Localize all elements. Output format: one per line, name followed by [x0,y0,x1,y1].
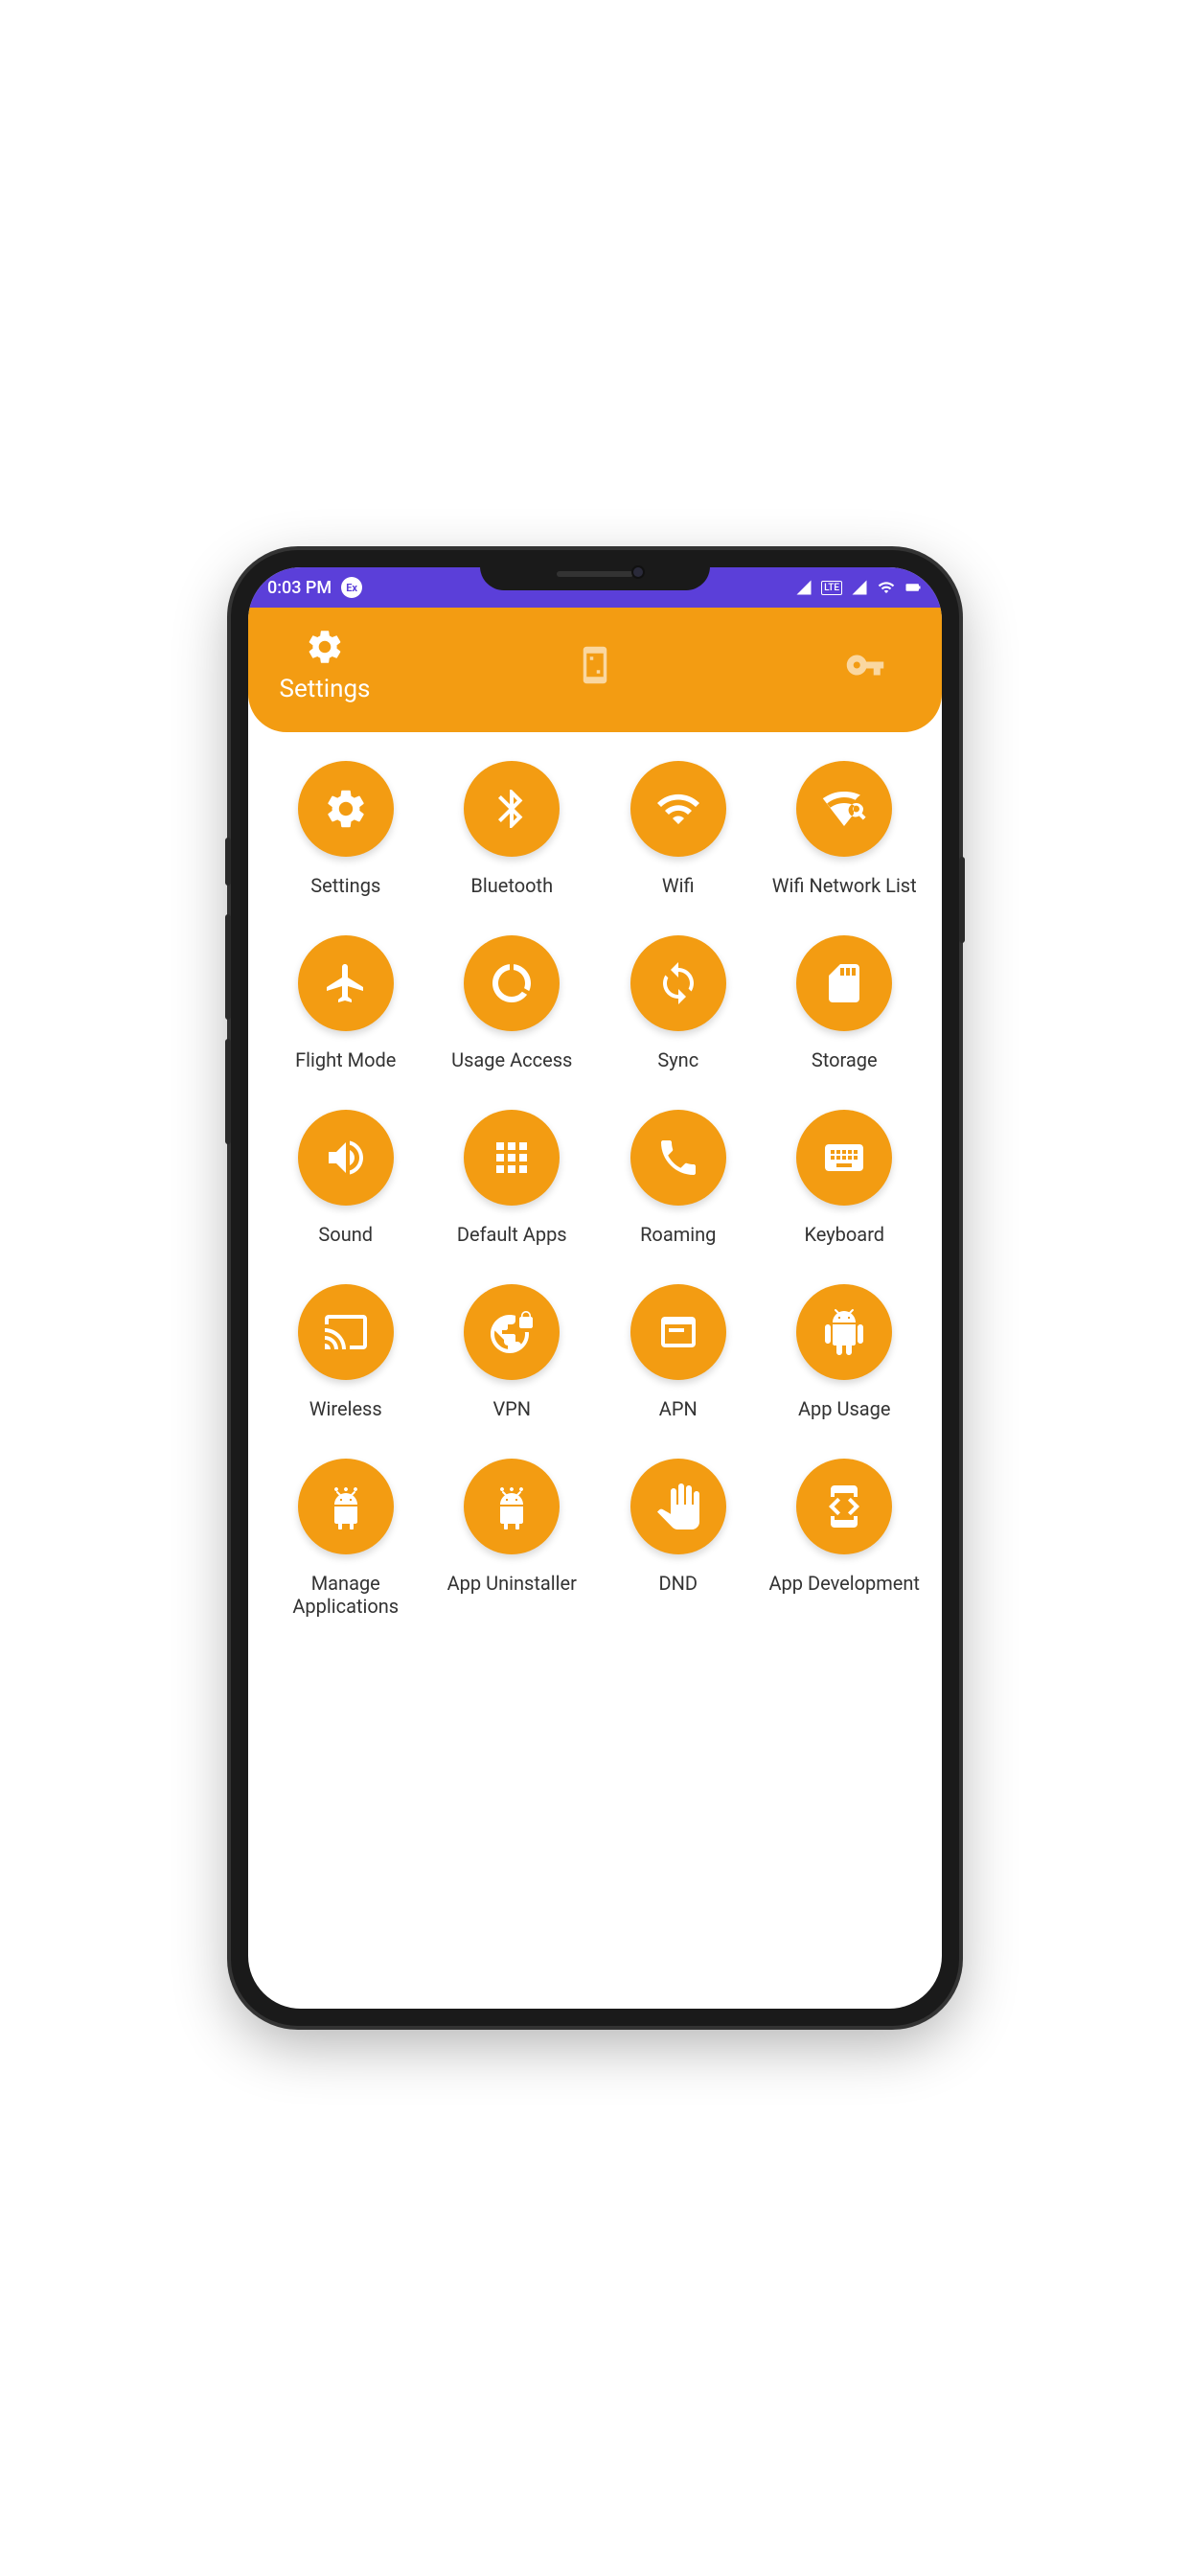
tab-label: Settings [280,675,371,703]
item-label: Default Apps [457,1223,567,1246]
settings-grid: Settings Bluetooth Wifi Wifi Network Lis… [248,732,942,1646]
keyboard-icon [796,1110,892,1206]
gear-icon [298,761,394,857]
grid-item-sound[interactable]: Sound [267,1110,424,1246]
grid-item-app-usage[interactable]: App Usage [767,1284,924,1420]
grid-item-vpn[interactable]: VPN [434,1284,591,1420]
sync-icon [630,935,726,1031]
header-nav: Settings [248,608,942,732]
key-icon [845,645,885,685]
wifi-icon [630,761,726,857]
phone-frame-icon [575,645,615,685]
tab-security[interactable] [817,645,913,685]
grid-item-apn[interactable]: APN [600,1284,757,1420]
grid-item-storage[interactable]: Storage [767,935,924,1071]
item-label: Settings [310,874,380,897]
grid-item-dnd[interactable]: DND [600,1459,757,1618]
item-label: Roaming [640,1223,716,1246]
item-label: App Development [769,1572,920,1595]
airplane-icon [298,935,394,1031]
grid-item-app-development[interactable]: App Development [767,1459,924,1618]
wifi-status-icon [877,579,896,596]
grid-item-usage-access[interactable]: Usage Access [434,935,591,1071]
item-label: Wireless [309,1397,382,1420]
item-label: Bluetooth [470,874,553,897]
item-label: Flight Mode [295,1048,396,1071]
sd-card-icon [796,935,892,1031]
tab-device[interactable] [547,645,643,685]
grid-item-settings[interactable]: Settings [267,761,424,897]
android-icon [796,1284,892,1380]
cast-icon [298,1284,394,1380]
vpn-globe-icon [464,1284,560,1380]
item-label: Keyboard [804,1223,884,1246]
web-panel-icon [630,1284,726,1380]
grid-item-manage-applications[interactable]: Manage Applications [267,1459,424,1618]
item-label: Sync [657,1048,698,1071]
bluetooth-icon [464,761,560,857]
status-badge-icon: Ex [341,577,362,598]
item-label: APN [659,1397,698,1420]
android-dots-icon [298,1459,394,1554]
volume-icon [298,1110,394,1206]
android-dots-icon [464,1459,560,1554]
item-label: Wifi Network List [772,874,917,897]
data-usage-icon [464,935,560,1031]
item-label: DND [658,1572,698,1595]
phone-call-icon [630,1110,726,1206]
item-label: VPN [492,1397,531,1420]
item-label: Sound [318,1223,373,1246]
grid-item-wifi-network-list[interactable]: Wifi Network List [767,761,924,897]
grid-item-app-uninstaller[interactable]: App Uninstaller [434,1459,591,1618]
grid-item-default-apps[interactable]: Default Apps [434,1110,591,1246]
item-label: Usage Access [451,1048,572,1071]
wifi-search-icon [796,761,892,857]
signal-icon [850,579,869,596]
hand-icon [630,1459,726,1554]
item-label: Storage [812,1048,878,1071]
grid-item-wireless[interactable]: Wireless [267,1284,424,1420]
dev-mode-icon [796,1459,892,1554]
grid-item-wifi[interactable]: Wifi [600,761,757,897]
grid-item-flight-mode[interactable]: Flight Mode [267,935,424,1071]
item-label: Manage Applications [267,1572,424,1618]
item-label: App Usage [798,1397,890,1420]
signal-icon [794,579,813,596]
gear-icon [305,627,345,667]
grid-item-sync[interactable]: Sync [600,935,757,1071]
grid-item-bluetooth[interactable]: Bluetooth [434,761,591,897]
volte-icon: LTE [821,581,842,595]
status-time: 0:03 PM [267,578,332,598]
item-label: App Uninstaller [447,1572,577,1595]
tab-settings[interactable]: Settings [277,627,373,703]
grid-item-roaming[interactable]: Roaming [600,1110,757,1246]
battery-icon [904,578,922,597]
item-label: Wifi [662,874,695,897]
grid-item-keyboard[interactable]: Keyboard [767,1110,924,1246]
apps-grid-icon [464,1110,560,1206]
